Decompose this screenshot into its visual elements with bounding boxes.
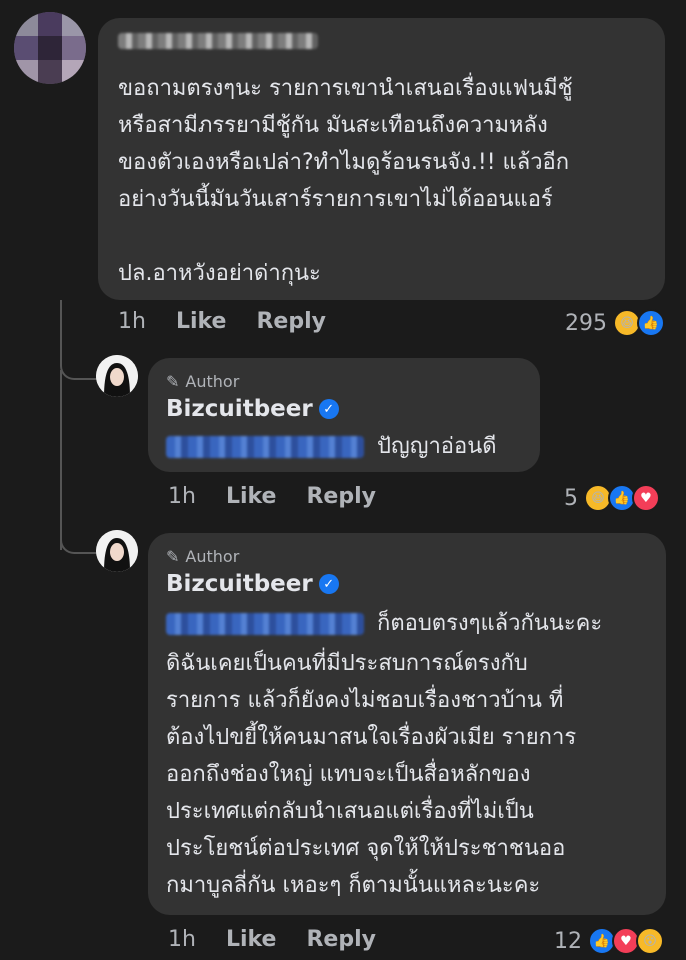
pencil-icon: ✎ xyxy=(166,372,180,391)
author-name[interactable]: Bizcuitbeer xyxy=(166,396,313,422)
author-badge: ✎ Author xyxy=(166,372,239,391)
reply-bubble: ✎ Author Bizcuitbeer ✓ ปัญญาอ่อนดี xyxy=(148,358,540,472)
reaction-count: 295 xyxy=(565,310,607,336)
wow-icon: 😮 xyxy=(636,927,664,955)
author-name[interactable]: Bizcuitbeer xyxy=(166,571,313,597)
reply-button[interactable]: Reply xyxy=(306,927,376,952)
reply-text: ปัญญาอ่อนดี xyxy=(377,434,497,459)
reply-time[interactable]: 1h xyxy=(168,484,196,509)
reaction-count: 12 xyxy=(554,928,582,954)
thread-line xyxy=(60,300,98,380)
comment-actions: 1h Like Reply xyxy=(118,309,326,334)
reaction-summary[interactable]: 5 😆 👍 ♥ xyxy=(564,484,660,512)
mentioned-user-censored[interactable] xyxy=(166,613,364,635)
author-avatar[interactable] xyxy=(96,355,138,397)
comment-time[interactable]: 1h xyxy=(118,309,146,334)
author-badge-label: Author xyxy=(185,372,240,391)
reply-first-text: ก็ตอบตรงๆแล้วกันนะคะ xyxy=(377,611,603,636)
reply-first-line: ก็ตอบตรงๆแล้วกันนะคะ xyxy=(166,605,602,642)
comment-bubble: ขอถามตรงๆนะ รายการเขานำเสนอเรื่องแฟนมีชู… xyxy=(98,18,665,300)
reaction-summary[interactable]: 295 😆 👍 xyxy=(565,309,665,337)
reply-text-row: ปัญญาอ่อนดี xyxy=(166,432,497,462)
reply-button[interactable]: Reply xyxy=(306,484,376,509)
comment-text: ขอถามตรงๆนะ รายการเขานำเสนอเรื่องแฟนมีชู… xyxy=(118,76,573,286)
like-icon: 👍 xyxy=(637,309,665,337)
reaction-count: 5 xyxy=(564,485,578,511)
verified-badge-icon: ✓ xyxy=(318,399,339,419)
reply-time[interactable]: 1h xyxy=(168,927,196,952)
love-icon: ♥ xyxy=(632,484,660,512)
author-avatar[interactable] xyxy=(96,530,138,572)
like-button[interactable]: Like xyxy=(176,309,227,334)
reply-button[interactable]: Reply xyxy=(256,309,326,334)
pencil-icon: ✎ xyxy=(166,547,180,566)
author-name-row: Bizcuitbeer ✓ xyxy=(166,571,339,597)
like-button[interactable]: Like xyxy=(226,484,277,509)
mentioned-user-censored[interactable] xyxy=(166,436,364,458)
verified-badge-icon: ✓ xyxy=(318,574,339,594)
reaction-summary[interactable]: 12 👍 ♥ 😮 xyxy=(554,927,664,955)
reply-actions: 1h Like Reply xyxy=(168,927,376,952)
reply-text: ดิฉันเคยเป็นคนที่มีประสบการณ์ตรงกับ รายก… xyxy=(166,651,577,898)
author-name-row: Bizcuitbeer ✓ xyxy=(166,396,339,422)
thread-line xyxy=(60,470,98,554)
commenter-avatar[interactable] xyxy=(14,12,86,84)
author-badge-label: Author xyxy=(185,547,240,566)
reply-actions: 1h Like Reply xyxy=(168,484,376,509)
like-button[interactable]: Like xyxy=(226,927,277,952)
commenter-name-censored[interactable] xyxy=(118,30,318,49)
reply-bubble: ✎ Author Bizcuitbeer ✓ ก็ตอบตรงๆแล้วกันน… xyxy=(148,533,666,915)
author-badge: ✎ Author xyxy=(166,547,239,566)
